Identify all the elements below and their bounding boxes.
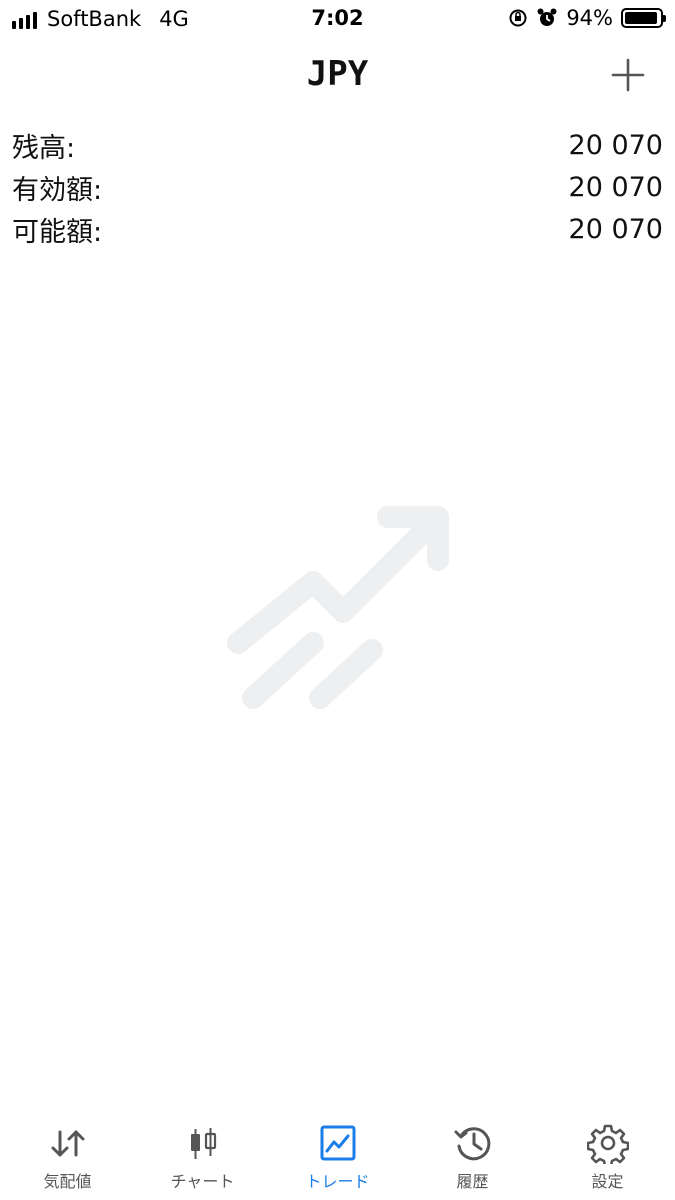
tab-chart[interactable]: チャート [135,1112,270,1200]
candlestick-icon [190,1128,216,1159]
alarm-icon [537,8,557,26]
gear-icon [586,1124,629,1164]
tab-quotes[interactable]: 気配値 [0,1112,135,1200]
balance-row: 残高: 20 070 [12,124,663,166]
equity-row: 有効額: 20 070 [12,166,663,208]
tab-quotes-label: 気配値 [43,1172,92,1191]
battery-fill [625,12,657,24]
tab-history[interactable]: 履歴 [405,1112,540,1200]
tab-chart-label: チャート [170,1172,235,1191]
equity-value: 20 070 [568,171,663,203]
quotes-arrows-icon [51,1130,84,1157]
history-clock-icon [454,1127,490,1161]
rotation-lock-icon [509,9,527,27]
balance-label: 残高: [12,132,76,164]
tab-settings-label: 設定 [591,1172,624,1191]
tab-trade-label: トレード [305,1172,370,1191]
tab-bar: 気配値 チャート トレード 履歴 設定 [0,1112,675,1200]
screen: SoftBank 4G 7:02 94% JPY 残高: 20 070 有効額:… [0,0,675,1200]
plus-icon[interactable] [611,58,645,92]
trade-chart-icon [227,506,449,709]
account-summary: 残高: 20 070 有効額: 20 070 可能額: 20 070 [12,124,663,250]
page-title: JPY [306,54,369,94]
free-margin-value: 20 070 [568,213,663,245]
trade-icon [320,1125,355,1161]
battery-percent: 94% [566,6,613,30]
status-right: 94% [508,6,666,30]
battery-icon [621,8,666,28]
balance-value: 20 070 [568,129,663,161]
tab-settings[interactable]: 設定 [540,1112,675,1200]
equity-label: 有効額: [12,174,103,206]
tab-history-label: 履歴 [456,1172,489,1191]
status-bar: SoftBank 4G 7:02 94% [0,0,675,38]
free-margin-row: 可能額: 20 070 [12,208,663,250]
tab-trade[interactable]: トレード [270,1112,405,1200]
free-margin-label: 可能額: [12,216,103,248]
